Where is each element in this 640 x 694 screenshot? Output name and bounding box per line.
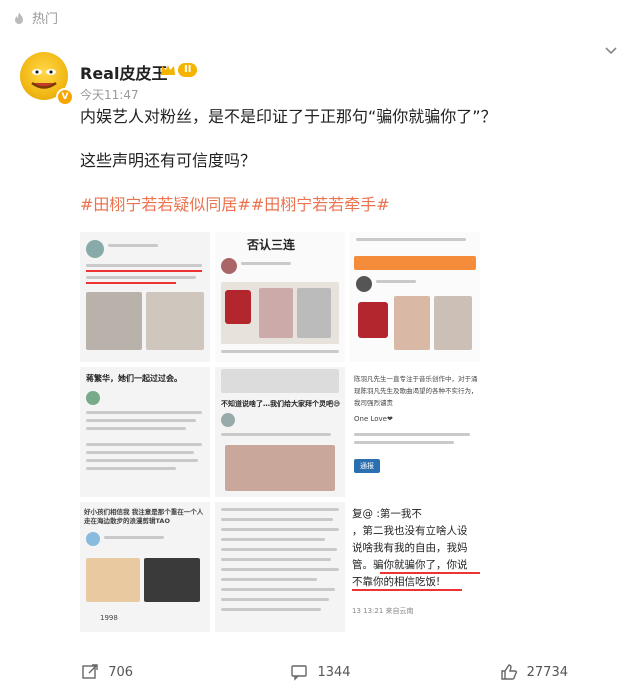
- post-text-line: 这些声明还有可信度吗？: [80, 151, 257, 170]
- image-text: ，第二我也没有立啥人设: [352, 525, 468, 537]
- comment-icon: [291, 665, 308, 681]
- verified-badge-icon: V: [56, 88, 74, 106]
- image-text: One Love❤: [354, 415, 393, 423]
- image-text: 复@ :第一我不: [352, 508, 422, 520]
- like-button[interactable]: 27734: [427, 650, 640, 694]
- post-image-9[interactable]: 复@ :第一我不 ，第二我也没有立啥人设 说啥我有我的自由，我妈 管。骗你就骗你…: [350, 502, 480, 632]
- image-text: 现陈羽凡先生及歌曲渴望的各种不实行为，: [354, 387, 478, 395]
- repost-button[interactable]: 706: [0, 650, 213, 694]
- image-text: 我司强烈谴责: [354, 399, 393, 407]
- level-pill: II: [178, 63, 198, 77]
- post-text-line: 内娱艺人对粉丝，是不是印证了于正那句“骗你就骗你了”？: [80, 107, 497, 126]
- post-image-7[interactable]: 好小孩们相信我 我注意是那个重在一个人走在海边散步的浪漫剪辑TAO 1998: [80, 502, 210, 632]
- image-text: 1998: [100, 614, 118, 622]
- image-text: 管。骗你就骗你了，你说: [352, 559, 468, 571]
- post-image-1[interactable]: [80, 232, 210, 362]
- image-text: 好小孩们相信我 我注意是那个重在一个人走在海边散步的浪漫剪辑TAO: [84, 508, 204, 525]
- level-badge: II: [160, 63, 198, 77]
- post-image-2[interactable]: 否认三连: [215, 232, 345, 362]
- image-text: 不靠你的相信吃饭!: [352, 576, 441, 588]
- crown-icon: [161, 65, 175, 75]
- post-image-3[interactable]: [350, 232, 480, 362]
- post-time: 今天11:47: [80, 88, 139, 102]
- fire-icon: [15, 11, 23, 24]
- hashtag-link[interactable]: #田栩宁若若疑似同居##田栩宁若若牵手#: [80, 194, 497, 216]
- notice-badge: 通报: [354, 459, 380, 473]
- post-image-8[interactable]: [215, 502, 345, 632]
- author-name[interactable]: Real皮皮王: [80, 60, 167, 84]
- comment-button[interactable]: 1344: [213, 650, 426, 694]
- post-image-5[interactable]: 不知道说啥了…我们给大家拜个灵吧😅: [215, 367, 345, 497]
- repost-count: 706: [108, 664, 134, 680]
- hot-label: 热门: [12, 8, 58, 27]
- post-image-4[interactable]: 蒋繁华，她们一起过过会。: [80, 367, 210, 497]
- image-text: 13 13:21 来自云南: [352, 607, 414, 615]
- image-grid: 否认三连 蒋繁华，她们一起过过会。 不知道说啥了…我们给大家拜个灵吧😅 陈羽凡先…: [80, 232, 480, 640]
- post-text: 内娱艺人对粉丝，是不是印证了于正那句“骗你就骗你了”？ 这些声明还有可信度吗？ …: [80, 106, 497, 216]
- comment-count: 1344: [317, 664, 351, 680]
- chevron-down-icon[interactable]: [604, 44, 618, 58]
- image-text: 陈羽凡先生一直专注于音乐创作中，对于涌: [354, 375, 478, 383]
- image-caption: 不知道说啥了…我们给大家拜个灵吧😅: [221, 400, 341, 408]
- hot-text: 热门: [32, 12, 59, 27]
- image-caption: 蒋繁华，她们一起过过会。: [86, 374, 182, 383]
- like-count: 27734: [526, 664, 568, 680]
- image-title: 否认三连: [247, 238, 296, 252]
- repost-icon: [82, 664, 98, 679]
- thumbs-up-icon: [500, 664, 517, 680]
- post-image-6[interactable]: 陈羽凡先生一直专注于音乐创作中，对于涌 现陈羽凡先生及歌曲渴望的各种不实行为， …: [350, 367, 480, 497]
- image-text: 说啥我有我的自由，我妈: [352, 542, 468, 554]
- action-bar: 706 1344 27734: [0, 650, 640, 694]
